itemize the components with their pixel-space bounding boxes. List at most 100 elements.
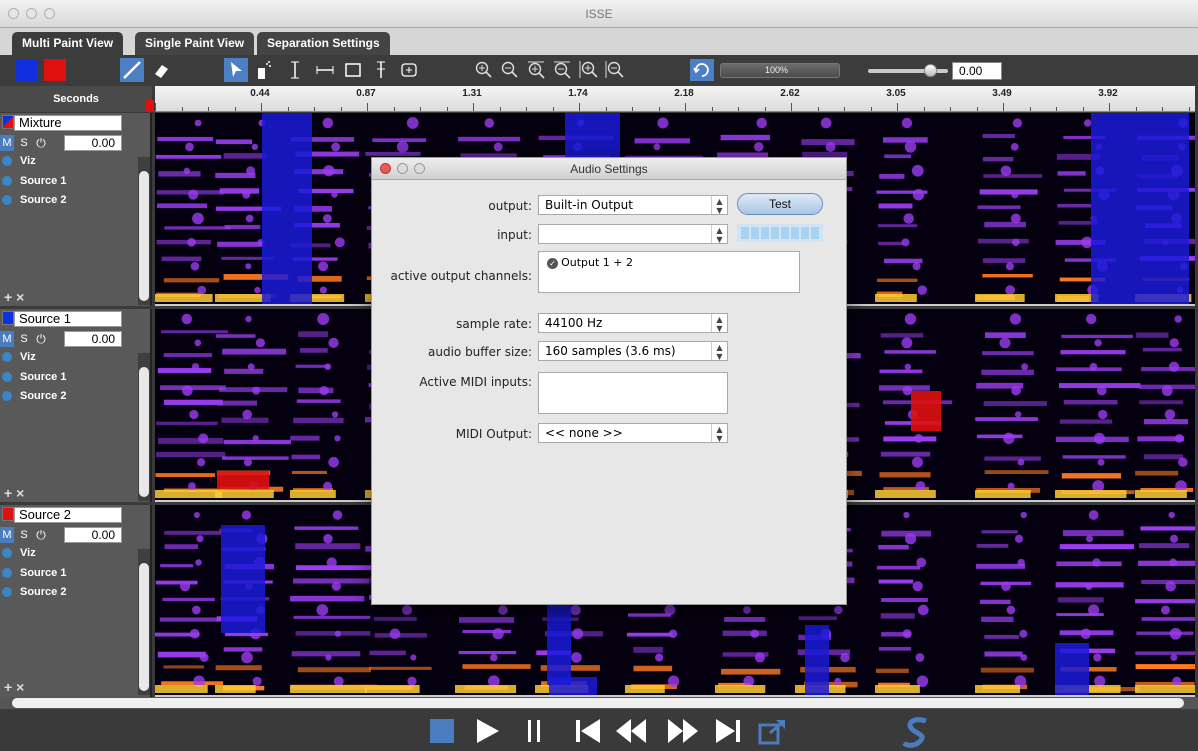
playhead-marker[interactable]: [146, 100, 154, 112]
blue-paint-region[interactable]: [805, 625, 829, 695]
frequency-select-tool[interactable]: [370, 59, 392, 81]
blue-paint-region[interactable]: [549, 677, 597, 695]
layer-item-source-2[interactable]: Source 2: [2, 192, 66, 208]
midi-inputs-list[interactable]: [538, 372, 728, 414]
output-select[interactable]: Built-in Output ▲ ▼: [538, 195, 728, 215]
track-name-field[interactable]: Source 1: [14, 311, 122, 327]
layer-item-source-2[interactable]: Source 2: [2, 388, 66, 404]
time-ruler[interactable]: 0.44 0.87 1.31 1.74 2.18 2.62 3.05 3.49 3.92: [155, 86, 1195, 112]
layer-scrollbar[interactable]: [138, 549, 150, 695]
select-pointer-tool[interactable]: [224, 58, 248, 82]
brush-value-field[interactable]: 0.00: [952, 62, 1002, 80]
mute-button[interactable]: M: [0, 135, 14, 151]
add-layer-button[interactable]: +: [4, 289, 12, 305]
layer-item-viz[interactable]: Viz: [2, 545, 36, 561]
zoom-out-horizontal-button[interactable]: [552, 59, 572, 81]
solo-button[interactable]: S: [17, 135, 31, 151]
track-name-field[interactable]: Source 2: [14, 507, 122, 523]
gain-field[interactable]: 0.00: [64, 135, 122, 151]
add-remove-layer-buttons[interactable]: + ×: [4, 485, 24, 501]
tab-separation-settings[interactable]: Separation Settings: [257, 32, 390, 55]
track-color-swatch[interactable]: [2, 507, 14, 521]
scrollbar-thumb[interactable]: [139, 563, 149, 691]
blue-paint-region[interactable]: [262, 113, 312, 304]
eye-icon[interactable]: [2, 548, 12, 558]
red-paint-region[interactable]: [217, 471, 269, 489]
layer-item-viz[interactable]: Viz: [2, 349, 36, 365]
track-name-field[interactable]: Mixture: [14, 115, 122, 131]
layer-item-viz[interactable]: Viz: [2, 153, 36, 169]
layer-scrollbar[interactable]: [138, 353, 150, 501]
add-remove-layer-buttons[interactable]: + ×: [4, 289, 24, 305]
red-paint-region[interactable]: [911, 391, 941, 431]
horizontal-select-tool[interactable]: [314, 59, 336, 81]
brush-color-blue-swatch[interactable]: [16, 59, 38, 81]
layer-item-source-1[interactable]: Source 1: [2, 565, 66, 581]
skip-to-start-button[interactable]: [572, 715, 602, 751]
slider-knob[interactable]: [924, 64, 937, 77]
skip-to-end-button[interactable]: [714, 715, 744, 751]
play-button[interactable]: [472, 715, 502, 751]
add-remove-layer-buttons[interactable]: + ×: [4, 679, 24, 695]
scrollbar-thumb[interactable]: [139, 367, 149, 497]
scrollbar-thumb[interactable]: [139, 171, 149, 301]
solo-button[interactable]: S: [17, 331, 31, 347]
eye-icon[interactable]: [2, 352, 12, 362]
pause-button[interactable]: [524, 715, 546, 751]
mute-button[interactable]: M: [0, 331, 14, 347]
gain-field[interactable]: 0.00: [64, 527, 122, 543]
blue-paint-region[interactable]: [1055, 643, 1089, 695]
eye-icon[interactable]: [2, 568, 12, 578]
midi-output-select[interactable]: << none >> ▲ ▼: [538, 423, 728, 443]
eye-icon[interactable]: [2, 391, 12, 401]
input-select[interactable]: ▲ ▼: [538, 224, 728, 244]
solo-button[interactable]: S: [17, 527, 31, 543]
rewind-button[interactable]: [614, 715, 648, 751]
add-layer-button[interactable]: +: [4, 679, 12, 695]
eye-icon[interactable]: [2, 372, 12, 382]
add-region-tool[interactable]: [398, 59, 420, 81]
eye-icon[interactable]: [2, 156, 12, 166]
remove-layer-button[interactable]: ×: [16, 485, 24, 501]
power-icon[interactable]: ⏻: [34, 527, 48, 543]
eye-icon[interactable]: [2, 195, 12, 205]
remove-layer-button[interactable]: ×: [16, 289, 24, 305]
paint-brush-tool[interactable]: [120, 58, 144, 82]
timeline-scrollbar[interactable]: [0, 697, 1198, 709]
tab-multi-paint-view[interactable]: Multi Paint View: [12, 32, 124, 55]
fast-forward-button[interactable]: [666, 715, 700, 751]
zoom-out-button[interactable]: [500, 59, 520, 81]
scrollbar-thumb[interactable]: [12, 698, 1184, 708]
zoom-in-vertical-button[interactable]: [578, 59, 598, 81]
channel-list-item[interactable]: ✓ Output 1 + 2: [547, 256, 633, 269]
eraser-tool[interactable]: [150, 59, 172, 81]
zoom-out-vertical-button[interactable]: [604, 59, 624, 81]
export-button[interactable]: [756, 715, 790, 751]
loop-toggle[interactable]: [690, 59, 714, 81]
blue-paint-region[interactable]: [1091, 113, 1189, 304]
stop-button[interactable]: [430, 719, 454, 743]
spray-tool[interactable]: [252, 59, 274, 81]
power-icon[interactable]: ⏻: [34, 135, 48, 151]
box-select-tool[interactable]: [342, 59, 364, 81]
layer-item-source-2[interactable]: Source 2: [2, 584, 66, 600]
buffer-size-select[interactable]: 160 samples (3.6 ms) ▲ ▼: [538, 341, 728, 361]
track-color-swatch[interactable]: [2, 115, 14, 129]
power-icon[interactable]: ⏻: [34, 331, 48, 347]
layer-item-source-1[interactable]: Source 1: [2, 173, 66, 189]
zoom-in-button[interactable]: [474, 59, 494, 81]
mute-button[interactable]: M: [0, 527, 14, 543]
test-button[interactable]: Test: [737, 193, 823, 215]
track-color-swatch[interactable]: [2, 311, 14, 325]
blue-paint-region[interactable]: [547, 605, 571, 685]
eye-icon[interactable]: [2, 176, 12, 186]
tab-single-paint-view[interactable]: Single Paint View: [135, 32, 255, 55]
eye-icon[interactable]: [2, 587, 12, 597]
brush-color-red-swatch[interactable]: [44, 59, 66, 81]
layer-scrollbar[interactable]: [138, 157, 150, 305]
blue-paint-region[interactable]: [221, 525, 265, 633]
layer-item-source-1[interactable]: Source 1: [2, 369, 66, 385]
output-channels-list[interactable]: ✓ Output 1 + 2: [538, 251, 800, 293]
time-select-tool[interactable]: [284, 59, 306, 81]
zoom-in-horizontal-button[interactable]: [526, 59, 546, 81]
